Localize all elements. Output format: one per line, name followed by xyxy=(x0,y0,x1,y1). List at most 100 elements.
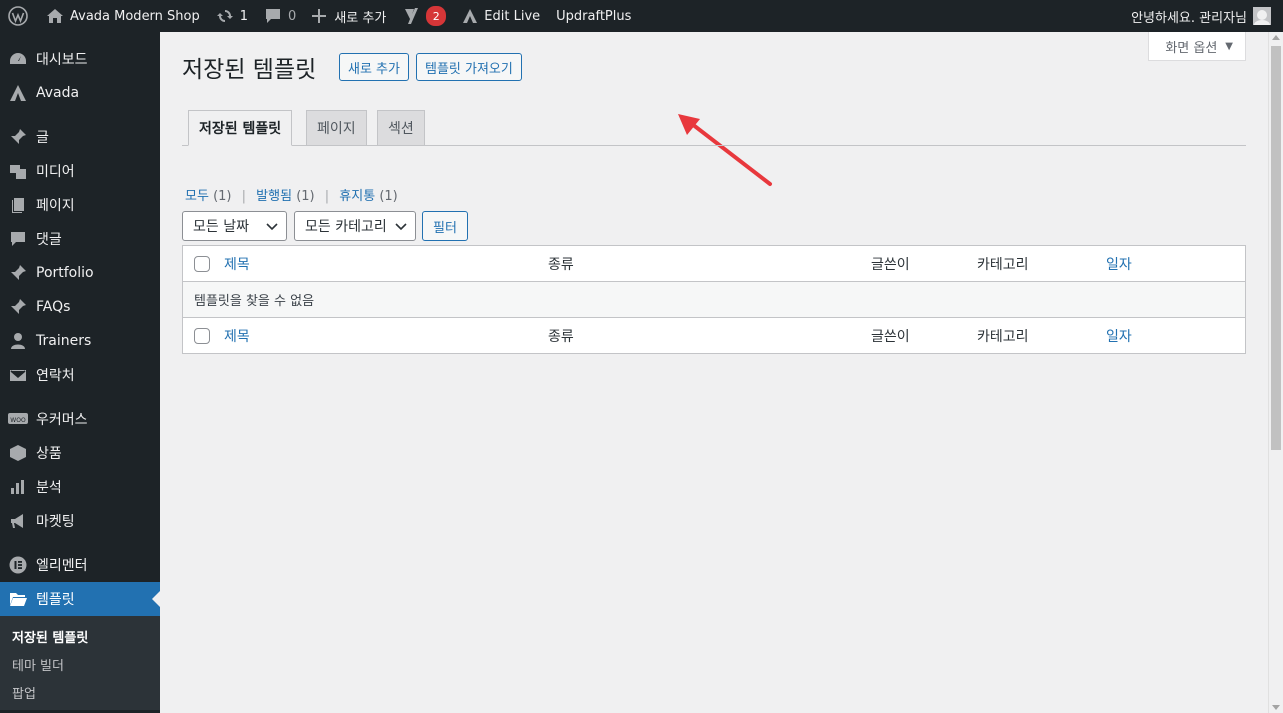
status-filter-links: 모두 (1) | 발행됨 (1) | 휴지통 (1) xyxy=(185,189,398,204)
menu-label: 댓글 xyxy=(36,232,62,248)
view-published-link[interactable]: 발행됨 xyxy=(256,189,292,204)
home-icon xyxy=(47,9,63,23)
updraftplus-label: UpdraftPlus xyxy=(556,8,632,24)
media-icon xyxy=(8,161,28,181)
my-account[interactable]: 안녕하세요. 관리자님 xyxy=(1131,7,1283,26)
empty-row: 템플릿을 찾을 수 없음 xyxy=(183,282,1245,317)
submenu-theme-builder[interactable]: 테마 빌더 xyxy=(0,650,160,678)
menu-avada[interactable]: Avada xyxy=(0,76,160,110)
filter-button[interactable]: 필터 xyxy=(422,211,468,241)
import-templates-button[interactable]: 템플릿 가져오기 xyxy=(416,53,522,81)
scroll-up-arrow-icon[interactable] xyxy=(1272,35,1280,40)
category-filter-select[interactable]: 모든 카테고리 xyxy=(294,211,416,241)
templates-submenu: 저장된 템플릿 테마 빌더 팝업 xyxy=(0,616,160,710)
comment-icon xyxy=(266,9,281,23)
menu-media[interactable]: 미디어 xyxy=(0,154,160,188)
date-filter-select[interactable]: 모든 날짜 xyxy=(182,211,287,241)
column-title[interactable]: 제목 xyxy=(224,246,250,282)
view-published-count: (1) xyxy=(296,189,315,204)
menu-templates[interactable]: 템플릿 xyxy=(0,582,160,616)
chevron-down-icon xyxy=(266,223,278,231)
tab-saved-templates[interactable]: 저장된 템플릿 xyxy=(188,110,293,146)
svg-text:WOO: WOO xyxy=(10,417,26,424)
main-content: 화면 옵션 ▼ 저장된 템플릿 새로 추가 템플릿 가져오기 저장된 템플릿 페… xyxy=(160,32,1268,713)
page-scrollbar[interactable] xyxy=(1268,32,1283,713)
scrollbar-thumb[interactable] xyxy=(1271,46,1281,450)
menu-label: 우커머스 xyxy=(36,412,88,428)
column-date[interactable]: 일자 xyxy=(1106,246,1132,282)
select-all-checkbox[interactable] xyxy=(194,256,210,272)
column-title[interactable]: 제목 xyxy=(224,318,250,354)
submenu-popups[interactable]: 팝업 xyxy=(0,678,160,706)
empty-message: 템플릿을 찾을 수 없음 xyxy=(194,294,315,309)
menu-label: Portfolio xyxy=(36,265,94,281)
updraftplus-link[interactable]: UpdraftPlus xyxy=(548,0,639,32)
menu-contact[interactable]: 연락처 xyxy=(0,358,160,392)
new-content-link[interactable]: 새로 추가 xyxy=(304,0,394,32)
user-icon xyxy=(8,331,28,351)
avada-icon xyxy=(463,9,478,23)
box-icon xyxy=(8,443,28,463)
pin-icon xyxy=(8,297,28,317)
new-content-label: 새로 추가 xyxy=(334,10,387,26)
elementor-icon xyxy=(8,555,28,575)
menu-faqs[interactable]: FAQs xyxy=(0,290,160,324)
add-new-button[interactable]: 새로 추가 xyxy=(339,53,409,81)
edit-live-link[interactable]: Edit Live xyxy=(454,0,548,32)
menu-pages[interactable]: 페이지 xyxy=(0,188,160,222)
yoast-link[interactable]: 2 xyxy=(394,0,454,32)
menu-products[interactable]: 상품 xyxy=(0,436,160,470)
page-title: 저장된 템플릿 xyxy=(182,57,317,83)
yoast-badge: 2 xyxy=(426,6,447,26)
mail-icon xyxy=(8,365,28,385)
view-trash-link[interactable]: 휴지통 xyxy=(339,189,375,204)
select-all-checkbox-footer[interactable] xyxy=(194,328,210,344)
menu-trainers[interactable]: Trainers xyxy=(0,324,160,358)
greeting: 안녕하세요. 관리자님 xyxy=(1131,10,1247,26)
menu-label: Avada xyxy=(36,85,80,101)
menu-elementor[interactable]: 엘리멘터 xyxy=(0,548,160,582)
wordpress-logo-icon[interactable] xyxy=(0,0,38,32)
menu-label: 미디어 xyxy=(36,164,75,180)
menu-portfolio[interactable]: Portfolio xyxy=(0,256,160,290)
column-category: 카테고리 xyxy=(977,329,1029,345)
menu-label: 글 xyxy=(36,130,49,146)
menu-dashboard[interactable]: 대시보드 xyxy=(0,42,160,76)
menu-comments[interactable]: 댓글 xyxy=(0,222,160,256)
updates-link[interactable]: 1 xyxy=(208,0,256,32)
avada-icon xyxy=(8,83,28,103)
menu-marketing[interactable]: 마켓팅 xyxy=(0,504,160,538)
menu-label: Trainers xyxy=(36,333,92,349)
admin-sidebar: 대시보드 Avada 글 미디어 페이지 댓글 Portfolio FAQs T… xyxy=(0,32,160,713)
menu-woocommerce[interactable]: WOO 우커머스 xyxy=(0,402,160,436)
chart-icon xyxy=(8,477,28,497)
menu-posts[interactable]: 글 xyxy=(0,120,160,154)
menu-label: 엘리멘터 xyxy=(36,558,88,574)
scroll-down-arrow-icon[interactable] xyxy=(1272,705,1280,710)
admin-bar: Avada Modern Shop 1 0 새로 추가 2 Edit Live … xyxy=(0,0,1283,32)
comments-link[interactable]: 0 xyxy=(256,0,304,32)
tab-pages[interactable]: 페이지 xyxy=(306,110,367,146)
menu-label: 대시보드 xyxy=(36,52,88,68)
menu-label: 상품 xyxy=(36,446,62,462)
edit-live-label: Edit Live xyxy=(484,8,541,24)
column-date[interactable]: 일자 xyxy=(1106,318,1132,354)
column-type: 종류 xyxy=(548,329,574,345)
column-category: 카테고리 xyxy=(977,257,1029,273)
updates-count: 1 xyxy=(239,8,249,24)
menu-analytics[interactable]: 분석 xyxy=(0,470,160,504)
screen-options-button[interactable]: 화면 옵션 ▼ xyxy=(1148,32,1246,61)
folder-icon xyxy=(8,589,28,609)
megaphone-icon xyxy=(8,511,28,531)
comment-icon xyxy=(8,229,28,249)
tab-sections[interactable]: 섹션 xyxy=(377,110,425,146)
caret-down-icon: ▼ xyxy=(1225,40,1233,52)
site-name-link[interactable]: Avada Modern Shop xyxy=(38,0,208,32)
pin-icon xyxy=(8,263,28,283)
woo-icon: WOO xyxy=(8,409,28,429)
view-all-link[interactable]: 모두 xyxy=(185,189,209,204)
menu-label: 분석 xyxy=(36,480,62,496)
page-icon xyxy=(8,195,28,215)
submenu-saved-templates[interactable]: 저장된 템플릿 xyxy=(0,622,160,650)
yoast-icon xyxy=(404,8,419,24)
